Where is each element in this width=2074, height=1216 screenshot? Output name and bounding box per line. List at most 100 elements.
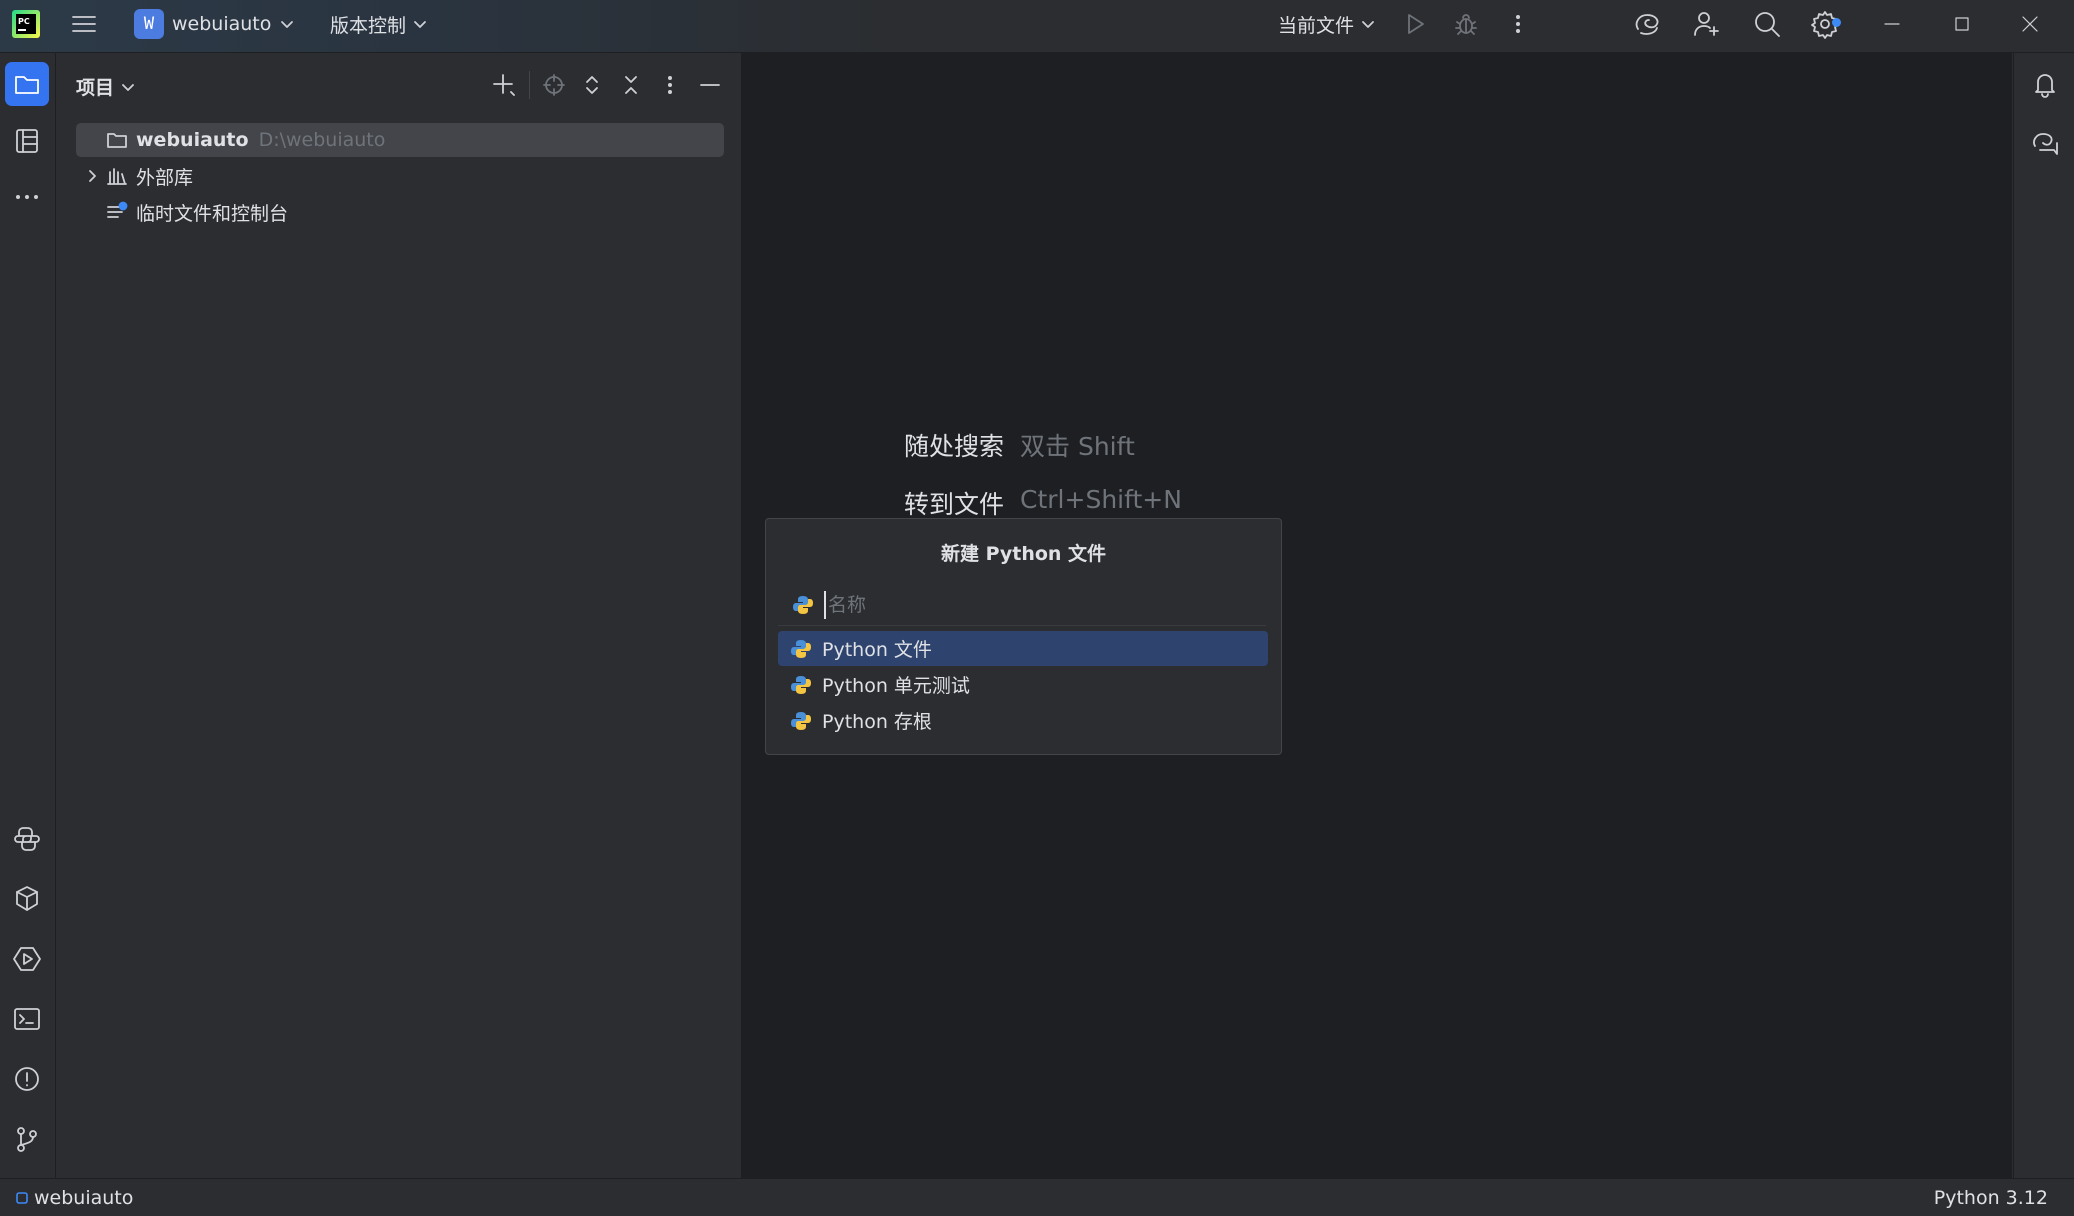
option-python-unit-test[interactable]: Python 单元测试 [778,667,1268,702]
plus-icon [491,72,517,98]
title-bar: PC W webuiauto 版本控制 当前文件 [0,0,2074,53]
status-project-name: webuiauto [34,1187,134,1209]
folder-icon [104,129,130,151]
locate-file-button[interactable] [540,71,568,99]
right-tool-stripe [2013,53,2074,1178]
vcs-menu[interactable]: 版本控制 [330,0,428,48]
panel-title: 项目 [76,77,115,99]
scratches-icon [104,201,130,223]
terminal-button[interactable] [5,997,49,1041]
services-button[interactable] [5,937,49,981]
option-label: Python 存根 [822,711,932,733]
option-label: Python 单元测试 [822,675,970,697]
minimize-button[interactable] [1882,0,1902,48]
minimize-icon [1882,14,1902,34]
git-button[interactable] [5,1117,49,1161]
tree-item-label: webuiauto [136,129,249,151]
tree-item-path: D:\webuiauto [258,129,386,151]
status-project[interactable]: webuiauto [16,1187,133,1209]
ai-assistant-icon [1632,9,1662,39]
structure-icon [12,126,42,156]
settings-button[interactable] [1810,0,1841,48]
tree-item-label: 外部库 [136,166,194,189]
debug-button[interactable] [1453,0,1479,48]
status-bar: webuiauto Python 3.12 [0,1178,2074,1216]
python-icon [792,594,814,616]
pycharm-logo-icon: PC [12,10,40,38]
collapse-icon [619,73,643,97]
toolbar-divider [529,71,530,99]
git-branch-icon [12,1124,42,1154]
tree-item-label: 临时文件和控制台 [136,202,289,225]
chevron-down-icon [1360,16,1376,32]
ai-chat-button[interactable] [2028,127,2062,161]
structure-tool-button[interactable] [5,119,49,163]
hint-shortcut: 双击 Shift [1020,432,1135,461]
close-window-button[interactable] [2020,0,2040,48]
gear-icon [1810,9,1841,39]
interpreter-selector[interactable]: Python 3.12 [1934,1187,2048,1209]
problems-button[interactable] [5,1057,49,1101]
collapse-all-button[interactable] [617,71,645,99]
project-switcher[interactable]: W webuiauto [134,0,295,48]
code-with-me-button[interactable] [1692,0,1722,48]
expand-icon [580,73,604,97]
target-icon [542,73,566,97]
python-packages-button[interactable] [5,877,49,921]
project-view-selector[interactable]: 项目 [76,73,136,100]
tree-item-scratches[interactable]: 临时文件和控制台 [76,195,724,229]
more-vertical-icon [660,73,680,97]
python-console-button[interactable] [5,817,49,861]
panel-options-button[interactable] [656,71,684,99]
tree-item-external-libraries[interactable]: 外部库 [76,159,724,193]
option-python-stub[interactable]: Python 存根 [778,703,1268,738]
search-everywhere-button[interactable] [1752,0,1782,48]
run-config-label: 当前文件 [1278,14,1355,37]
file-name-input[interactable] [824,591,1250,619]
vcs-label: 版本控制 [330,14,407,37]
more-tools-button[interactable] [5,175,49,219]
main-menu-button[interactable] [70,0,98,48]
terminal-icon [12,1004,42,1034]
tree-item-project-root[interactable]: webuiauto D:\webuiauto [76,123,724,157]
hint-goto-file: 转到文件 Ctrl+Shift+N [904,485,1182,521]
logo-text: PC [18,17,30,26]
more-actions-button[interactable] [1508,0,1528,48]
ai-assistant-button[interactable] [1632,0,1662,48]
project-badge: W [134,9,164,39]
chevron-down-icon [412,16,428,32]
maximize-button[interactable] [1952,0,1972,48]
ai-chat-icon [2030,129,2060,159]
option-label: Python 文件 [822,639,932,661]
chevron-down-icon [120,79,136,95]
play-icon [1402,11,1428,37]
chevron-right-icon[interactable] [80,169,104,183]
folder-icon [12,69,42,99]
name-field-row [778,585,1266,626]
hamburger-icon [70,10,98,38]
search-icon [1752,9,1782,39]
project-name: webuiauto [172,13,272,35]
expand-all-button[interactable] [578,71,606,99]
maximize-icon [1952,14,1972,34]
run-config-selector[interactable]: 当前文件 [1278,0,1376,48]
hide-panel-button[interactable] [696,71,724,99]
new-file-button[interactable] [490,71,518,99]
option-python-file[interactable]: Python 文件 [778,631,1268,666]
run-button[interactable] [1402,0,1428,48]
hint-shortcut: Ctrl+Shift+N [1020,485,1182,514]
library-icon [104,165,130,187]
add-user-icon [1692,9,1722,39]
new-python-file-popup: 新建 Python 文件 Python 文件 Python 单元测试 [765,518,1282,755]
bug-icon [1453,11,1479,37]
warning-circle-icon [12,1064,42,1094]
notifications-button[interactable] [2028,67,2062,101]
project-tool-button[interactable] [5,62,49,106]
more-horizontal-icon [12,182,42,212]
hint-search-everywhere: 随处搜索 双击 Shift [904,427,1135,463]
left-tool-stripe [0,53,56,1178]
python-icon [790,674,812,696]
hint-action: 转到文件 [904,490,1005,519]
hint-action: 随处搜索 [904,432,1005,461]
services-icon [12,944,42,974]
